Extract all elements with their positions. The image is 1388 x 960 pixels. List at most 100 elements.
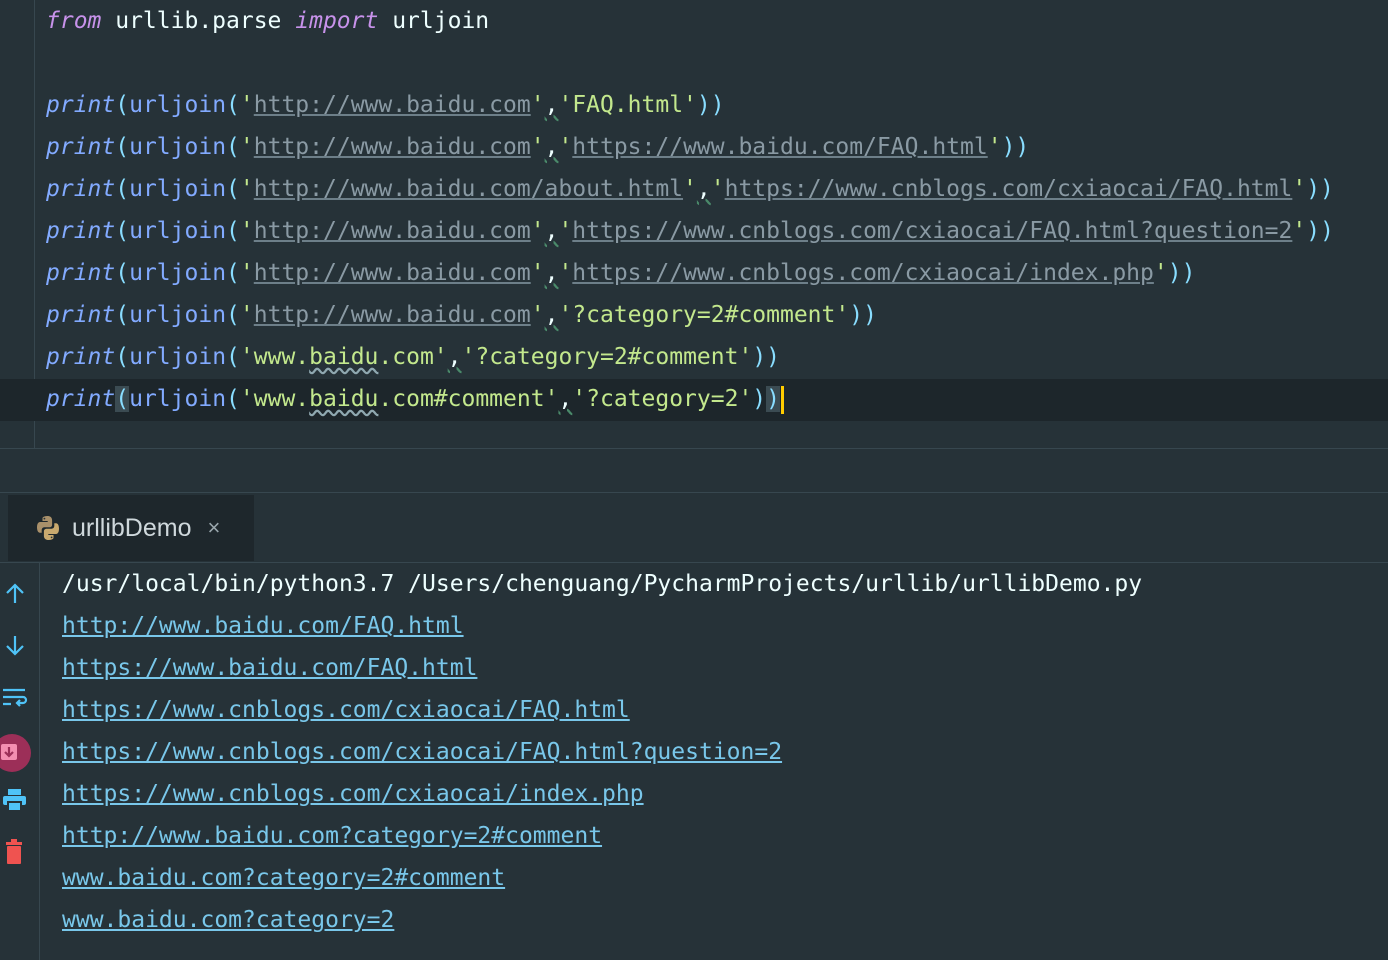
code-token: print [46, 260, 116, 286]
code-line[interactable]: print(urljoin('http://www.baidu.com','ht… [46, 252, 1195, 294]
code-token: )) [696, 92, 725, 118]
arrow-down-icon[interactable] [0, 630, 30, 660]
tab-run-urllibdemo[interactable]: urllibDemo × [8, 495, 254, 561]
code-token: ( [115, 302, 130, 328]
code-token: ' [239, 302, 254, 328]
code-token: ' [558, 260, 573, 286]
code-token: ' [987, 134, 1002, 160]
scroll-to-end-icon[interactable] [0, 733, 32, 773]
code-token: urljoin [129, 134, 227, 160]
console-link[interactable]: https://www.cnblogs.com/cxiaocai/FAQ.htm… [62, 731, 782, 773]
console-command: /usr/local/bin/python3.7 /Users/chenguan… [62, 571, 1143, 597]
code-token: 'www. [239, 344, 310, 370]
console-link[interactable]: https://www.cnblogs.com/cxiaocai/index.p… [62, 773, 644, 815]
code-token: , [544, 302, 559, 328]
code-token: ' [1153, 260, 1168, 286]
code-token: , [544, 218, 559, 244]
console-link[interactable]: http://www.baidu.com/FAQ.html [62, 605, 464, 647]
code-token: , [544, 260, 559, 286]
panel-splitter[interactable] [0, 448, 1388, 493]
code-token: baidu [309, 344, 379, 370]
code-token: print [46, 176, 116, 202]
code-token: https://www.cnblogs.com/cxiaocai/FAQ.htm… [724, 176, 1293, 202]
code-line[interactable]: print(urljoin('http://www.baidu.com','ht… [46, 126, 1029, 168]
code-token: )) [849, 302, 877, 328]
code-line[interactable]: print(urljoin('www.baidu.com#comment','?… [46, 378, 785, 420]
code-token: urljoin [129, 92, 227, 118]
console-link[interactable]: www.baidu.com?category=2#comment [62, 857, 505, 899]
soft-wrap-icon[interactable] [0, 682, 30, 712]
code-token: urljoin [129, 260, 227, 286]
code-token: ' [239, 134, 254, 160]
code-token: 'www. [239, 386, 310, 412]
print-icon[interactable] [0, 785, 30, 815]
code-token: ' [530, 218, 545, 244]
code-token: urljoin [129, 386, 227, 412]
code-token: ( [115, 344, 130, 370]
code-token: ' [530, 92, 545, 118]
code-token: urljoin [129, 344, 227, 370]
trash-icon[interactable] [0, 837, 30, 867]
code-token: ( [226, 176, 240, 202]
arrow-up-icon[interactable] [0, 579, 30, 609]
code-token: ' [530, 302, 545, 328]
code-token: )) [1167, 260, 1196, 286]
console-link[interactable]: www.baidu.com?category=2 [62, 899, 394, 941]
code-line[interactable]: from urllib.parse import urljoin [46, 0, 489, 42]
code-line[interactable]: print(urljoin('http://www.baidu.com','ht… [46, 210, 1334, 252]
code-token: )) [752, 344, 781, 370]
code-line[interactable]: print(urljoin('www.baidu.com','?category… [46, 336, 780, 378]
code-token: print [46, 344, 116, 370]
code-token: ' [530, 260, 545, 286]
code-token: ( [115, 134, 130, 160]
code-token: ( [226, 260, 240, 286]
code-token: https://www.cnblogs.com/cxiaocai/index.p… [572, 260, 1154, 286]
code-token: urljoin [129, 302, 227, 328]
tab-label: urllibDemo [72, 513, 192, 542]
code-token: ( [115, 260, 130, 286]
code-line[interactable]: print(urljoin('http://www.baidu.com/abou… [46, 168, 1334, 210]
code-token: ' [239, 176, 254, 202]
code-token: ( [115, 176, 130, 202]
code-line[interactable]: print(urljoin('http://www.baidu.com','?c… [46, 294, 877, 336]
code-token: ' [710, 176, 725, 202]
code-token: baidu [309, 386, 379, 412]
code-token: ' [558, 134, 573, 160]
code-token: ( [226, 302, 240, 328]
code-token: ) [766, 386, 781, 412]
close-icon[interactable]: × [207, 515, 220, 541]
code-token: ( [226, 134, 240, 160]
code-token: ' [239, 92, 254, 118]
code-token: print [46, 92, 116, 118]
code-token: http://www.baidu.com [253, 92, 531, 118]
code-token: ' [530, 134, 545, 160]
code-token: ' [1292, 176, 1307, 202]
code-token: )) [1306, 176, 1334, 202]
code-token: , [544, 92, 559, 118]
code-token: , [544, 134, 559, 160]
code-token: ) [752, 386, 767, 412]
console-link[interactable]: https://www.baidu.com/FAQ.html [62, 647, 477, 689]
code-token: )) [1306, 218, 1334, 244]
code-token: ' [239, 218, 254, 244]
code-token: , [558, 386, 573, 412]
code-line[interactable]: print(urljoin('http://www.baidu.com','FA… [46, 84, 725, 126]
run-toolbar [0, 563, 40, 960]
code-token: ( [115, 218, 130, 244]
code-token: ' [239, 260, 254, 286]
code-token: urljoin [129, 218, 227, 244]
code-token: urljoin [378, 8, 490, 34]
code-token: https://www.baidu.com/FAQ.html [572, 134, 988, 160]
code-token: ( [226, 218, 240, 244]
code-token: print [46, 302, 116, 328]
code-token: ( [226, 386, 240, 412]
code-token: print [46, 134, 116, 160]
console-link[interactable]: https://www.cnblogs.com/cxiaocai/FAQ.htm… [62, 689, 630, 731]
code-token: , [447, 344, 462, 370]
code-token: ( [226, 344, 240, 370]
code-editor[interactable]: from urllib.parse import urljoin print(ur… [0, 0, 1388, 448]
code-token: '?category=2' [572, 386, 753, 412]
console-link[interactable]: http://www.baidu.com?category=2#comment [62, 815, 602, 857]
code-token: ( [115, 386, 130, 412]
code-token: , [696, 176, 711, 202]
